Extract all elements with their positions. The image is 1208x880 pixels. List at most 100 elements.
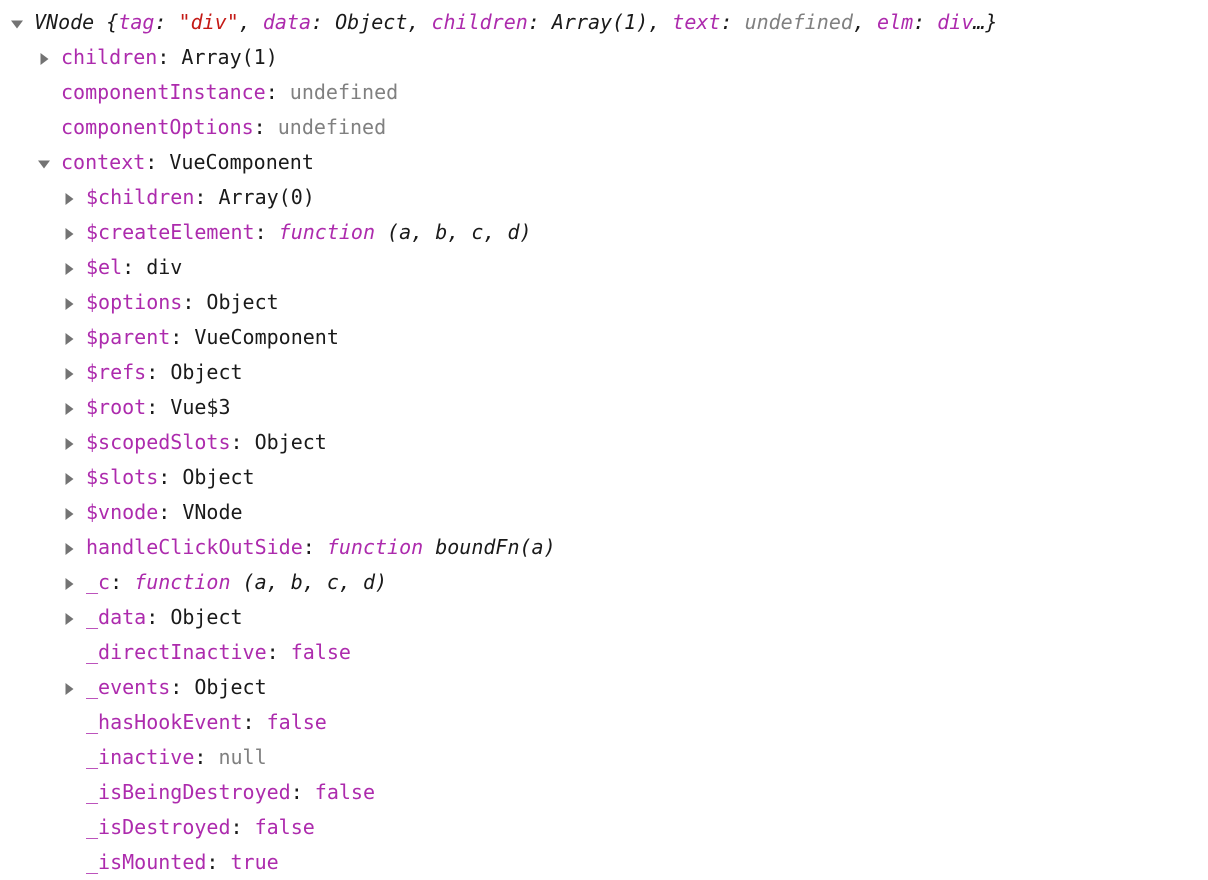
property-row-children[interactable]: children: Array(1)	[0, 40, 1208, 75]
property-value: undefined	[277, 115, 387, 139]
preview-comma: ,	[852, 10, 878, 34]
property-row-isbeingdestroyed: _isBeingDestroyed: false	[0, 775, 1208, 810]
object-header-row[interactable]: VNode {tag: "div", data: Object, childre…	[0, 5, 1208, 40]
triangle-down-icon[interactable]	[10, 5, 25, 40]
property-name: $createElement	[86, 220, 255, 244]
property-row-vnode[interactable]: $vnode: VNode	[0, 495, 1208, 530]
property-content: $slots: Object	[86, 465, 255, 489]
property-name: $slots	[86, 465, 159, 489]
property-separator: :	[170, 325, 195, 349]
triangle-down-icon[interactable]	[37, 145, 52, 180]
preview-separator: :	[527, 10, 552, 34]
property-content: context: VueComponent	[61, 150, 314, 174]
preview-key: data	[262, 10, 312, 34]
property-row-c[interactable]: _c: function (a, b, c, d)	[0, 565, 1208, 600]
property-row-parent[interactable]: $parent: VueComponent	[0, 320, 1208, 355]
property-row-options[interactable]: $options: Object	[0, 285, 1208, 320]
triangle-right-icon[interactable]	[62, 460, 77, 495]
property-value: function	[134, 570, 231, 594]
property-row-events[interactable]: _events: Object	[0, 670, 1208, 705]
property-value: null	[218, 745, 267, 769]
property-separator: :	[242, 710, 267, 734]
property-value: Object	[206, 290, 279, 314]
triangle-right-icon[interactable]	[62, 390, 77, 425]
property-name: _isBeingDestroyed	[86, 780, 291, 804]
preview-key: text	[672, 10, 721, 34]
property-content: _data: Object	[86, 605, 243, 629]
property-separator: :	[290, 780, 315, 804]
property-name: $root	[86, 395, 147, 419]
property-name: children	[61, 45, 158, 69]
triangle-right-icon[interactable]	[62, 180, 77, 215]
property-value: VueComponent	[194, 325, 339, 349]
property-value: true	[230, 850, 279, 874]
triangle-right-icon[interactable]	[37, 40, 52, 75]
property-content: _isBeingDestroyed: false	[86, 780, 375, 804]
property-value: Object	[170, 605, 243, 629]
triangle-right-icon[interactable]	[62, 285, 77, 320]
property-value: false	[290, 640, 351, 664]
triangle-right-icon[interactable]	[62, 215, 77, 250]
property-name: $vnode	[86, 500, 159, 524]
property-row-handleclickoutside[interactable]: handleClickOutSide: function boundFn(a)	[0, 530, 1208, 565]
property-name: _c	[86, 570, 111, 594]
property-name: $parent	[86, 325, 171, 349]
property-name: handleClickOutSide	[86, 535, 303, 559]
property-row-children[interactable]: $children: Array(0)	[0, 180, 1208, 215]
property-row-scopedslots[interactable]: $scopedSlots: Object	[0, 425, 1208, 460]
triangle-right-icon[interactable]	[62, 355, 77, 390]
property-value: Array(0)	[218, 185, 315, 209]
property-value: Vue$3	[170, 395, 231, 419]
triangle-right-icon[interactable]	[62, 670, 77, 705]
preview-comma: ,	[238, 10, 263, 34]
property-separator: :	[253, 115, 278, 139]
property-name: $el	[86, 255, 123, 279]
property-row-context[interactable]: context: VueComponent	[0, 145, 1208, 180]
property-separator: :	[194, 185, 219, 209]
property-value: Object	[254, 430, 327, 454]
property-value: false	[266, 710, 327, 734]
property-separator: :	[158, 465, 183, 489]
triangle-right-icon[interactable]	[62, 320, 77, 355]
property-separator: :	[254, 220, 279, 244]
property-content: $createElement: function (a, b, c, d)	[86, 220, 532, 244]
property-content: $root: Vue$3	[86, 395, 231, 419]
property-content: $scopedSlots: Object	[86, 430, 327, 454]
property-row-data[interactable]: _data: Object	[0, 600, 1208, 635]
preview-key: children	[431, 10, 528, 34]
property-row-root[interactable]: $root: Vue$3	[0, 390, 1208, 425]
property-name: componentInstance	[61, 80, 266, 104]
property-separator: :	[194, 745, 219, 769]
triangle-right-icon[interactable]	[62, 250, 77, 285]
triangle-right-icon[interactable]	[62, 600, 77, 635]
property-name: _directInactive	[86, 640, 267, 664]
property-row-isdestroyed: _isDestroyed: false	[0, 810, 1208, 845]
triangle-right-icon[interactable]	[62, 425, 77, 460]
triangle-right-icon[interactable]	[62, 495, 77, 530]
property-value: function	[278, 220, 375, 244]
property-content: $vnode: VNode	[86, 500, 243, 524]
property-separator: :	[302, 535, 327, 559]
preview-value: Array(1)	[551, 10, 649, 34]
property-name: $scopedSlots	[86, 430, 231, 454]
property-row-el[interactable]: $el: div	[0, 250, 1208, 285]
property-content: _isDestroyed: false	[86, 815, 315, 839]
function-signature: boundFn(a)	[423, 535, 556, 559]
preview-value: div	[937, 10, 974, 34]
triangle-right-icon[interactable]	[62, 565, 77, 600]
property-value: undefined	[289, 80, 399, 104]
triangle-right-icon[interactable]	[62, 530, 77, 565]
function-signature: (a, b, c, d)	[375, 220, 532, 244]
property-name: _hasHookEvent	[86, 710, 243, 734]
property-row-refs[interactable]: $refs: Object	[0, 355, 1208, 390]
property-content: children: Array(1)	[61, 45, 278, 69]
property-content: $el: div	[86, 255, 182, 279]
property-row-createelement[interactable]: $createElement: function (a, b, c, d)	[0, 215, 1208, 250]
property-row-slots[interactable]: $slots: Object	[0, 460, 1208, 495]
